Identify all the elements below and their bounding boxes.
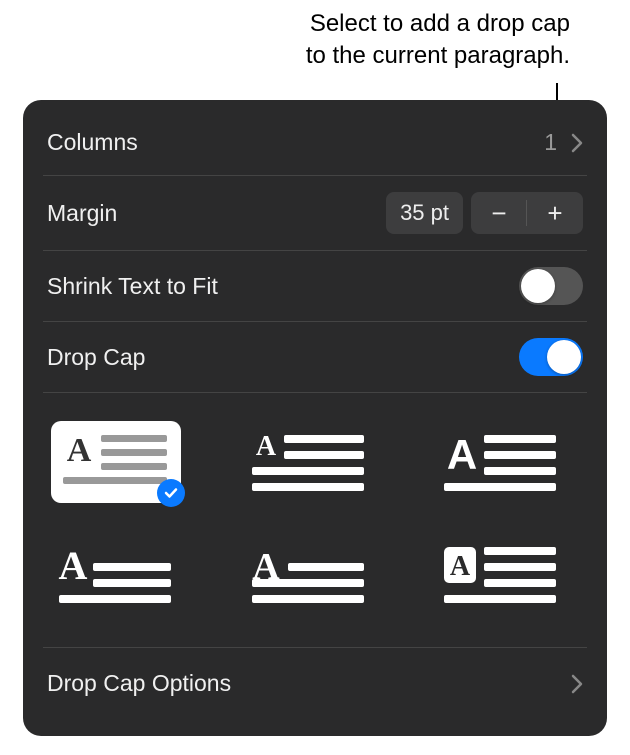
drop-cap-options-row[interactable]: Drop Cap Options <box>43 648 587 719</box>
drop-cap-toggle[interactable] <box>519 338 583 376</box>
drop-cap-style-4[interactable]: A <box>51 533 181 615</box>
margin-row: Margin 35 pt − + <box>43 176 587 251</box>
chevron-right-icon <box>571 674 583 694</box>
chevron-right-icon <box>571 133 583 153</box>
columns-value: 1 <box>544 129 557 156</box>
drop-cap-style-5[interactable]: A <box>244 533 374 615</box>
drop-cap-label: Drop Cap <box>47 344 145 371</box>
margin-value: 35 pt <box>386 192 463 234</box>
margin-label: Margin <box>47 200 117 227</box>
drop-cap-styles-grid: A A A <box>43 393 587 648</box>
drop-cap-style-6[interactable]: A <box>436 533 566 615</box>
drop-cap-style-3[interactable]: A <box>436 421 566 503</box>
drop-cap-options-label: Drop Cap Options <box>47 670 231 697</box>
svg-text:A: A <box>447 431 477 478</box>
drop-cap-style-2[interactable]: A <box>244 421 374 503</box>
checkmark-icon <box>157 479 185 507</box>
drop-cap-style-1[interactable]: A <box>51 421 181 503</box>
svg-text:A: A <box>450 551 471 582</box>
columns-row[interactable]: Columns 1 <box>43 110 587 176</box>
margin-increase-button[interactable]: + <box>527 192 583 234</box>
columns-label: Columns <box>47 129 138 156</box>
margin-stepper: − + <box>471 192 583 234</box>
svg-text:A: A <box>59 543 88 588</box>
shrink-text-label: Shrink Text to Fit <box>47 273 218 300</box>
shrink-text-row: Shrink Text to Fit <box>43 251 587 322</box>
shrink-text-toggle[interactable] <box>519 267 583 305</box>
svg-text:A: A <box>256 431 277 462</box>
svg-text:A: A <box>67 432 92 469</box>
text-format-panel: Columns 1 Margin 35 pt − + Shrink Text t… <box>23 100 607 736</box>
margin-decrease-button[interactable]: − <box>471 192 527 234</box>
callout-text: Select to add a drop cap to the current … <box>306 8 570 73</box>
drop-cap-row: Drop Cap <box>43 322 587 393</box>
